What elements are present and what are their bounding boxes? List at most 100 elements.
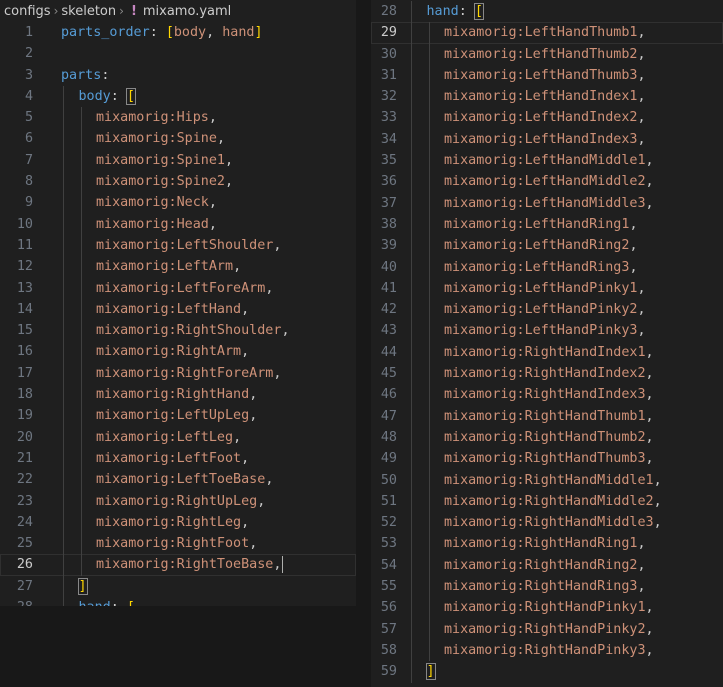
breadcrumb: configs › skeleton › ! mixamo.yaml (0, 0, 356, 22)
code-line[interactable]: 47 mixamorig:RightHandThumb1, (371, 405, 723, 427)
code-line[interactable]: 39 mixamorig:LeftHandRing2, (371, 235, 723, 257)
code-text: mixamorig:LeftForeArm, (96, 278, 273, 299)
code-line[interactable]: 16 mixamorig:RightArm, (0, 341, 356, 363)
code-line[interactable]: 50 mixamorig:RightHandMiddle1, (371, 469, 723, 491)
code-token: , (637, 323, 646, 339)
code-line[interactable]: 33 mixamorig:LeftHandIndex2, (371, 107, 723, 129)
line-number: 19 (16, 408, 33, 424)
code-line[interactable]: 13 mixamorig:LeftForeArm, (0, 277, 356, 299)
code-line[interactable]: 52 mixamorig:RightHandMiddle3, (371, 512, 723, 534)
code-line[interactable]: 35 mixamorig:LeftHandMiddle1, (371, 150, 723, 172)
code-line[interactable]: 24 mixamorig:RightLeg, (0, 511, 356, 534)
code-text: mixamorig:LeftToeBase, (96, 469, 273, 490)
code-line[interactable]: 10 mixamorig:Head, (0, 213, 356, 235)
code-text: mixamorig:RightArm, (96, 341, 249, 362)
code-line[interactable]: 19 mixamorig:LeftUpLeg, (0, 405, 356, 427)
code-line[interactable]: 41 mixamorig:LeftHandPinky1, (371, 277, 723, 300)
code-line[interactable]: 40 mixamorig:LeftHandRing3, (371, 256, 723, 278)
code-text: mixamorig:RightHandIndex2, (444, 363, 654, 384)
code-line[interactable]: 37 mixamorig:LeftHandMiddle3, (371, 192, 723, 214)
indent-guide (63, 234, 64, 257)
code-line[interactable]: 5 mixamorig:Hips, (0, 107, 356, 129)
code-line[interactable]: 6 mixamorig:Spine, (0, 128, 356, 150)
indent-guide (428, 469, 430, 491)
code-line[interactable]: 31 mixamorig:LeftHandThumb3, (371, 64, 723, 87)
code-line[interactable]: 30 mixamorig:LeftHandThumb2, (371, 43, 723, 65)
indent-guide (411, 192, 412, 214)
code-token: mixamorig:LeftShoulder (96, 237, 274, 253)
code-line[interactable]: 43 mixamorig:LeftHandPinky3, (371, 320, 723, 342)
code-line[interactable]: 38 mixamorig:LeftHandRing1, (371, 213, 723, 236)
code-line[interactable]: 11 mixamorig:LeftShoulder, (0, 234, 356, 257)
code-text: mixamorig:LeftHandIndex1, (444, 86, 646, 107)
code-line[interactable]: 28 hand: [ (371, 1, 723, 23)
code-line[interactable]: 51 mixamorig:RightHandMiddle2, (371, 490, 723, 513)
breadcrumb-folder-skeleton[interactable]: skeleton (61, 4, 116, 19)
code-line[interactable]: 56 mixamorig:RightHandPinky1, (371, 597, 723, 619)
code-editor-left[interactable]: 1 parts_order: [body, hand] 2 3 parts: 4 body:… (0, 22, 356, 606)
code-line[interactable]: 29 mixamorig:LeftHandThumb1, (371, 22, 723, 44)
code-line[interactable]: 32 mixamorig:LeftHandIndex1, (371, 86, 723, 108)
editor-pane-left[interactable]: configs › skeleton › ! mixamo.yaml 1 part… (0, 0, 356, 606)
code-line[interactable]: 20 mixamorig:LeftLeg, (0, 426, 356, 448)
code-text: mixamorig:RightHandThumb1, (444, 406, 654, 427)
code-token: ] (77, 577, 88, 595)
code-line[interactable]: 45 mixamorig:RightHandIndex2, (371, 363, 723, 385)
code-line[interactable]: 1 parts_order: [body, hand] (0, 22, 356, 43)
code-line[interactable]: 4 body: [ (0, 85, 356, 108)
code-line[interactable]: 26 mixamorig:RightToeBase, (0, 554, 356, 576)
code-token: mixamorig:LeftHand (96, 301, 242, 317)
indent-guide (428, 86, 430, 108)
code-line[interactable]: 12 mixamorig:LeftArm, (0, 256, 356, 278)
indent-guide (428, 150, 430, 172)
code-token: mixamorig:RightHandRing1 (444, 536, 638, 552)
code-line[interactable]: 57 mixamorig:RightHandPinky2, (371, 618, 723, 640)
code-text: mixamorig:LeftHandIndex2, (444, 107, 646, 128)
code-token: mixamorig:RightHandThumb3 (444, 451, 646, 467)
breadcrumb-file-mixamo-yaml[interactable]: mixamo.yaml (143, 4, 231, 19)
code-line[interactable]: 15 mixamorig:RightShoulder, (0, 320, 356, 342)
line-number: 56 (380, 600, 397, 616)
code-line[interactable]: 18 mixamorig:RightHand, (0, 384, 356, 406)
code-line[interactable]: 25 mixamorig:RightFoot, (0, 533, 356, 555)
code-line[interactable]: 27] (0, 575, 356, 598)
indent-guide (63, 575, 64, 598)
indent-guide (411, 448, 412, 470)
breadcrumb-folder-configs[interactable]: configs (4, 4, 51, 19)
code-line[interactable]: 55 mixamorig:RightHandRing3, (371, 576, 723, 598)
code-text: mixamorig:RightHand, (96, 384, 257, 405)
code-line[interactable]: 46 mixamorig:RightHandIndex3, (371, 384, 723, 406)
code-token: mixamorig:LeftHandRing1 (444, 216, 630, 232)
code-text: mixamorig:LeftHandRing3, (444, 257, 638, 278)
editor-pane-right[interactable]: 28 hand: [29 mixamorig:LeftHandThumb1, 30 mi… (371, 0, 723, 687)
code-line[interactable]: 9 mixamorig:Neck, (0, 192, 356, 214)
code-line[interactable]: 22 mixamorig:LeftToeBase, (0, 469, 356, 491)
code-line[interactable]: 54 mixamorig:RightHandRing2, (371, 554, 723, 577)
code-line[interactable]: 14 mixamorig:LeftHand, (0, 298, 356, 321)
code-text: mixamorig:RightHandRing2, (444, 555, 646, 576)
code-line[interactable]: 2 (0, 43, 356, 64)
line-number: 52 (380, 515, 397, 531)
code-line[interactable]: 28 hand: [ (0, 597, 356, 606)
code-line[interactable]: 53 mixamorig:RightHandRing1, (371, 533, 723, 555)
code-line[interactable]: 58 mixamorig:RightHandPinky3, (371, 639, 723, 662)
code-editor-right[interactable]: 28 hand: [29 mixamorig:LeftHandThumb1, 30 mi… (371, 1, 723, 683)
code-line[interactable]: 59] (371, 661, 723, 683)
code-token: , (208, 216, 217, 232)
code-line[interactable]: 21 mixamorig:LeftFoot, (0, 447, 356, 470)
indent-guide (63, 384, 64, 406)
code-line[interactable]: 44 mixamorig:RightHandIndex1, (371, 341, 723, 364)
code-line[interactable]: 49 mixamorig:RightHandThumb3, (371, 448, 723, 470)
code-line[interactable]: 3 parts: (0, 65, 356, 86)
code-token: mixamorig:LeftHandThumb3 (444, 67, 638, 83)
code-line[interactable]: 7 mixamorig:Spine1, (0, 149, 356, 172)
code-token: , (637, 579, 646, 595)
code-line[interactable]: 36 mixamorig:LeftHandMiddle2, (371, 171, 723, 193)
code-line[interactable]: 23 mixamorig:RightUpLeg, (0, 490, 356, 512)
code-line[interactable]: 42 mixamorig:LeftHandPinky2, (371, 299, 723, 321)
code-line[interactable]: 48 mixamorig:RightHandThumb2, (371, 426, 723, 449)
indent-guide (63, 128, 64, 150)
code-line[interactable]: 34 mixamorig:LeftHandIndex3, (371, 128, 723, 151)
code-line[interactable]: 8 mixamorig:Spine2, (0, 171, 356, 193)
code-line[interactable]: 17 mixamorig:RightForeArm, (0, 362, 356, 385)
